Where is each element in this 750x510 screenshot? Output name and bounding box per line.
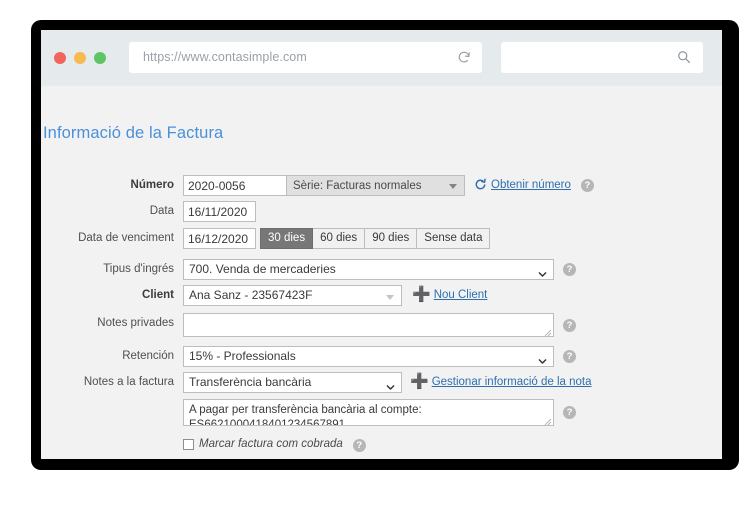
row-client: Client Ana Sanz - 23567423F ➕ Nou Client [41, 285, 487, 306]
notes-factura-value: Transferència bancària [189, 375, 312, 389]
reload-icon[interactable] [457, 50, 471, 64]
row-marcar-cobrada: Marcar factura com cobrada ? [41, 435, 366, 454]
serie-select[interactable]: Sèrie: Facturas normales [287, 175, 465, 196]
browser-toolbar: https://www.contasimple.com [41, 30, 722, 86]
obtenir-numero-link[interactable]: Obtenir número [491, 175, 571, 195]
help-icon-tipus-ingres[interactable]: ? [563, 263, 576, 276]
help-icon-notes-privades[interactable]: ? [563, 319, 576, 332]
help-icon-retencio[interactable]: ? [563, 350, 576, 363]
data-venciment-input[interactable] [183, 228, 256, 249]
gestionar-nota-link[interactable]: Gestionar informació de la nota [432, 372, 592, 392]
nota-text-value: A pagar per transferència bancària al co… [189, 404, 422, 426]
chevron-down-icon [386, 295, 394, 300]
label-data: Data [149, 205, 174, 217]
row-notes-factura: Notes a la factura Transferència bancàri… [41, 372, 592, 393]
invoice-form-page: Informació de la Factura Número Sèrie: F… [41, 86, 722, 459]
row-notes-privades: Notes privades ? [41, 313, 576, 337]
help-icon-nota-text[interactable]: ? [563, 406, 576, 419]
window-controls [54, 52, 106, 64]
chevron-down-icon [538, 353, 547, 364]
tipus-ingres-value: 700. Venda de mercaderies [189, 262, 336, 276]
maximize-window-button[interactable] [94, 52, 106, 64]
search-icon[interactable] [677, 50, 691, 64]
venciment-sense-data-button[interactable]: Sense data [417, 228, 491, 249]
venciment-90-dies-button[interactable]: 90 dies [365, 228, 418, 249]
notes-privades-textarea[interactable] [183, 313, 554, 337]
minimize-window-button[interactable] [74, 52, 86, 64]
data-input[interactable] [183, 201, 256, 222]
label-notes-factura: Notes a la factura [83, 376, 174, 388]
retencio-select[interactable]: 15% - Professionals [183, 346, 554, 367]
help-icon-marcar-cobrada[interactable]: ? [352, 439, 366, 452]
serie-label: Sèrie: Facturas normales [293, 179, 422, 192]
notes-factura-select[interactable]: Transferència bancària [183, 372, 402, 393]
plus-icon-gestionar-nota[interactable]: ➕ [410, 372, 429, 392]
numero-input[interactable] [183, 175, 287, 196]
help-icon-numero[interactable]: ? [580, 179, 594, 192]
row-nota-text: A pagar per transferència bancària al co… [41, 399, 576, 426]
row-data: Data [41, 201, 256, 222]
nota-text-textarea[interactable]: A pagar per transferència bancària al co… [183, 399, 554, 426]
label-numero: Número [130, 179, 174, 191]
marcar-cobrada-label: Marcar factura com cobrada [199, 438, 343, 450]
venciment-30-dies-button[interactable]: 30 dies [260, 228, 314, 249]
resize-handle-icon[interactable] [544, 416, 552, 425]
chevron-down-icon [538, 266, 547, 277]
browser-window: https://www.contasimple.com Informació d… [41, 30, 722, 459]
label-data-venciment: Data de venciment [78, 232, 174, 244]
label-tipus-ingres: Tipus d'ingrés [103, 263, 174, 275]
venciment-60-dies-button[interactable]: 60 dies [313, 228, 366, 249]
venciment-range-buttons: 30 dies 60 dies 90 dies Sense data [260, 228, 491, 249]
label-notes-privades: Notes privades [97, 317, 174, 329]
chevron-down-icon [386, 379, 395, 390]
close-window-button[interactable] [54, 52, 66, 64]
browser-search-box[interactable] [501, 42, 703, 73]
chevron-down-icon [449, 184, 457, 189]
client-value: Ana Sanz - 23567423F [189, 288, 313, 302]
marcar-cobrada-checkbox[interactable] [183, 439, 194, 450]
row-retencio: Retención 15% - Professionals ? [41, 346, 576, 367]
url-text: https://www.contasimple.com [143, 50, 307, 64]
tipus-ingres-select[interactable]: 700. Venda de mercaderies [183, 259, 554, 280]
label-client: Client [142, 289, 174, 301]
plus-icon-nou-client[interactable]: ➕ [412, 285, 431, 305]
row-tipus-ingres: Tipus d'ingrés 700. Venda de mercaderies… [41, 259, 576, 280]
retencio-value: 15% - Professionals [189, 349, 296, 363]
page-title: Informació de la Factura [43, 124, 224, 142]
client-select[interactable]: Ana Sanz - 23567423F [183, 285, 402, 306]
refresh-number-icon[interactable] [474, 178, 487, 191]
label-retencio: Retención [122, 350, 174, 362]
row-data-venciment: Data de venciment 30 dies 60 dies 90 die… [41, 228, 491, 249]
address-bar[interactable]: https://www.contasimple.com [129, 42, 482, 73]
row-numero: Número Sèrie: Facturas normales Obtenir … [41, 175, 594, 196]
resize-handle-icon[interactable] [544, 327, 552, 336]
nou-client-link[interactable]: Nou Client [434, 285, 488, 305]
